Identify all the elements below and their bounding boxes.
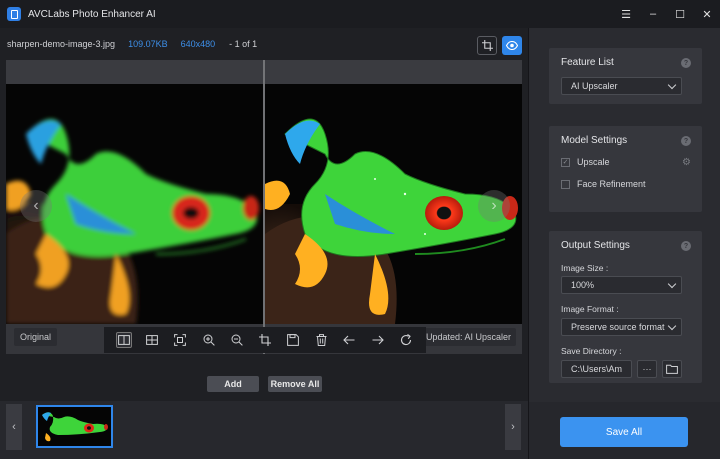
upscale-checkbox[interactable]: ✓ Upscale <box>561 157 610 167</box>
open-folder-button[interactable] <box>662 360 682 378</box>
strip-left-arrow-icon[interactable]: ‹ <box>6 404 22 450</box>
save-tool-button[interactable] <box>285 332 301 348</box>
compare-view-icon <box>146 335 159 345</box>
image-format-value: Preserve source format <box>571 322 665 332</box>
image-size-label: Image Size : <box>561 263 609 273</box>
image-size-value: 100% <box>571 280 595 290</box>
settings-panel: Feature List ? AI Upscaler Model Setting… <box>528 28 720 459</box>
feature-list-title: Feature List <box>561 57 614 68</box>
thumbnail-strip: ‹ › <box>0 401 528 459</box>
viewer-toolbar <box>104 327 426 353</box>
menu-icon[interactable]: ☰ <box>621 8 631 21</box>
zoom-out-button[interactable] <box>229 332 245 348</box>
file-dimensions: 640x480 <box>180 39 216 49</box>
crop-icon <box>481 40 493 51</box>
gear-icon[interactable]: ⚙ <box>682 157 691 168</box>
original-image: ‹ <box>6 84 263 324</box>
arrow-right-icon <box>372 335 384 345</box>
face-refinement-label: Face Refinement <box>577 179 646 189</box>
image-format-select[interactable]: Preserve source format <box>561 318 682 336</box>
rotate-icon <box>400 334 411 346</box>
zoom-out-icon <box>231 334 243 346</box>
main-area: sharpen-demo-image-3.jpg 109.07KB 640x48… <box>0 28 528 459</box>
chevron-down-icon <box>667 321 677 331</box>
checkbox-empty-icon <box>561 179 570 189</box>
updated-label: Updated: AI Upscaler <box>420 328 516 346</box>
file-size: 109.07KB <box>128 39 168 49</box>
output-settings-title: Output Settings <box>561 240 630 251</box>
split-view-button[interactable] <box>116 332 133 348</box>
help-icon[interactable]: ? <box>681 136 691 146</box>
remove-all-button[interactable]: Remove All <box>268 376 322 392</box>
model-settings-title: Model Settings <box>561 135 628 146</box>
help-icon[interactable]: ? <box>681 241 691 251</box>
save-directory-value: C:\Users\Am <box>571 364 623 374</box>
arrow-left-icon <box>343 335 355 345</box>
folder-icon <box>666 364 678 374</box>
file-info-bar: sharpen-demo-image-3.jpg 109.07KB 640x48… <box>0 28 528 60</box>
help-icon[interactable]: ? <box>681 58 691 68</box>
comparison-divider[interactable] <box>263 60 265 354</box>
file-count: - 1 of 1 <box>229 39 258 49</box>
save-directory-input[interactable]: C:\Users\Am <box>561 360 632 378</box>
close-icon[interactable]: ✕ <box>702 8 712 21</box>
feature-list-select[interactable]: AI Upscaler <box>561 77 682 95</box>
zoom-in-icon <box>203 334 215 346</box>
face-refinement-checkbox[interactable]: Face Refinement <box>561 179 646 189</box>
next-tool-button[interactable] <box>370 332 386 348</box>
minimize-icon[interactable]: – <box>648 8 658 20</box>
output-settings-card: Output Settings ? Image Size : 100% Imag… <box>549 231 702 383</box>
app-title: AVCLabs Photo Enhancer AI <box>28 8 156 20</box>
preview-toggle-button[interactable] <box>502 36 522 55</box>
maximize-icon[interactable]: ☐ <box>675 8 685 21</box>
crop-icon <box>258 334 271 346</box>
upscale-label: Upscale <box>577 157 610 167</box>
crop-button[interactable] <box>477 36 497 55</box>
crop-tool-button[interactable] <box>257 332 273 348</box>
feature-list-card: Feature List ? AI Upscaler <box>549 48 702 104</box>
thumbnail-item[interactable] <box>36 405 113 448</box>
original-label: Original <box>14 328 58 346</box>
enhanced-image: › <box>265 84 522 324</box>
strip-right-arrow-icon[interactable]: › <box>505 404 521 450</box>
save-directory-label: Save Directory : <box>561 346 622 356</box>
app-logo-icon <box>7 7 21 21</box>
window-controls: ☰ – ☐ ✕ <box>621 0 712 28</box>
fit-screen-icon <box>174 334 187 346</box>
delete-tool-button[interactable] <box>313 332 329 348</box>
more-icon: ··· <box>642 364 652 374</box>
image-format-label: Image Format : <box>561 304 619 314</box>
eye-icon <box>506 41 518 50</box>
previous-image-button[interactable]: ‹ <box>20 190 52 222</box>
title-bar: AVCLabs Photo Enhancer AI ☰ – ☐ ✕ <box>0 0 720 28</box>
fit-screen-button[interactable] <box>172 332 188 348</box>
next-image-button[interactable]: › <box>478 190 510 222</box>
image-size-select[interactable]: 100% <box>561 276 682 294</box>
chevron-down-icon <box>667 279 677 289</box>
chevron-down-icon <box>667 80 677 90</box>
image-viewer[interactable]: ‹ › Original Updated: AI Upscaler <box>6 60 522 354</box>
save-all-button[interactable]: Save All <box>560 417 688 447</box>
file-name: sharpen-demo-image-3.jpg <box>7 39 116 49</box>
check-icon: ✓ <box>561 157 570 167</box>
feature-list-value: AI Upscaler <box>571 81 618 91</box>
browse-more-button[interactable]: ··· <box>637 360 657 378</box>
trash-icon <box>316 334 327 346</box>
previous-tool-button[interactable] <box>341 332 357 348</box>
zoom-in-button[interactable] <box>201 332 217 348</box>
add-button[interactable]: Add <box>207 376 259 392</box>
rotate-tool-button[interactable] <box>398 332 414 348</box>
compare-view-button[interactable] <box>144 332 160 348</box>
save-icon <box>287 334 300 346</box>
split-view-icon <box>118 335 130 345</box>
model-settings-card: Model Settings ? ✓ Upscale ⚙ Face Refine… <box>549 126 702 212</box>
